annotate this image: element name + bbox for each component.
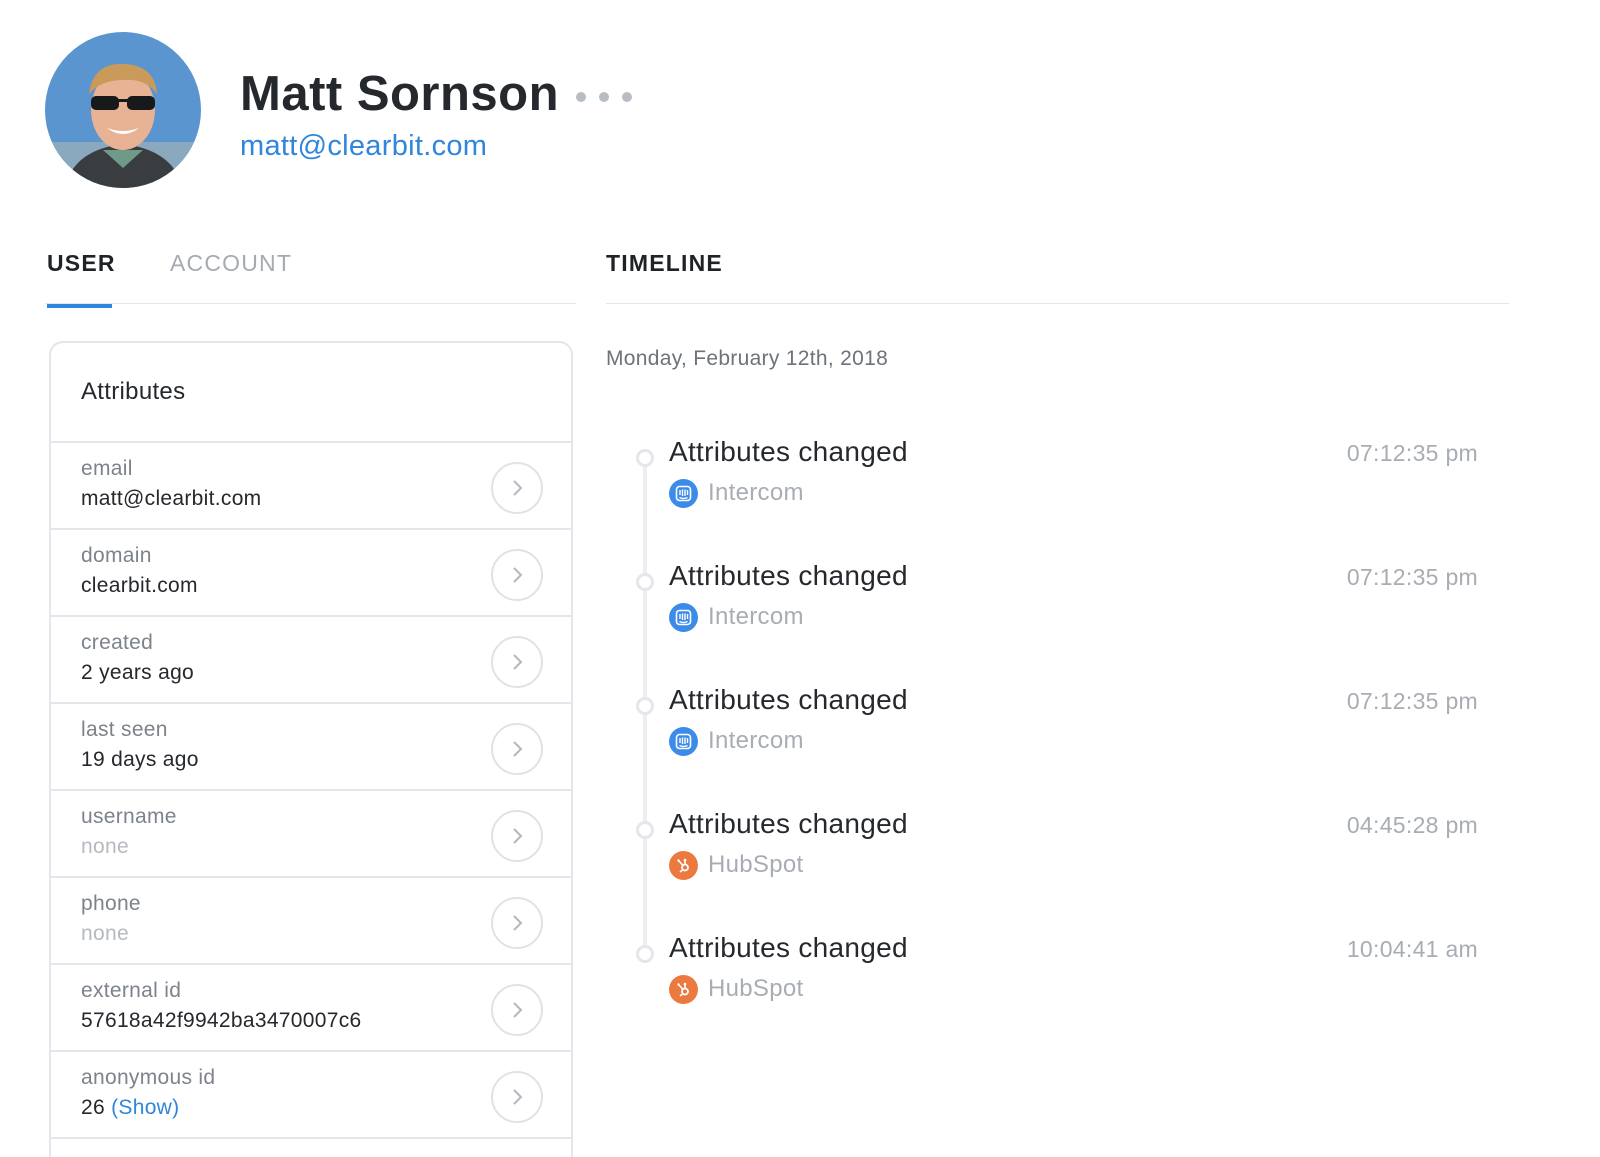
attribute-label: external id <box>81 979 182 1002</box>
chevron-right-icon[interactable] <box>491 462 543 514</box>
attribute-row-phone[interactable]: phone none <box>51 878 571 965</box>
tab-account[interactable]: ACCOUNT <box>170 250 292 303</box>
attribute-label: email <box>81 457 133 480</box>
timeline-dot <box>636 945 654 963</box>
chevron-right-icon[interactable] <box>491 984 543 1036</box>
dot <box>622 92 632 102</box>
attribute-value: matt@clearbit.com <box>81 487 262 510</box>
chevron-right-icon[interactable] <box>491 636 543 688</box>
timeline-dot <box>636 449 654 467</box>
intercom-icon <box>669 726 698 756</box>
event-source-name: Intercom <box>708 479 804 506</box>
attribute-row-last-seen[interactable]: last seen 19 days ago <box>51 704 571 791</box>
intercom-icon <box>669 602 698 632</box>
dot <box>576 92 586 102</box>
avatar <box>45 32 201 188</box>
event-title: Attributes changed <box>669 436 908 467</box>
attribute-value: 2 years ago <box>81 661 195 684</box>
event-title: Attributes changed <box>669 560 908 591</box>
event-time: 10:04:41 am <box>1346 936 1478 962</box>
attribute-value: 57618a42f9942ba3470007c6 <box>81 1009 362 1032</box>
timeline-event[interactable]: Attributes changed 07:12:35 pm Intercom <box>634 436 1494 520</box>
attribute-value: 26 (Show) <box>81 1096 179 1120</box>
timeline-dot <box>636 573 654 591</box>
attribute-row-email[interactable]: email matt@clearbit.com <box>51 443 571 530</box>
timeline-dot <box>636 821 654 839</box>
chevron-right-icon[interactable] <box>491 810 543 862</box>
timeline-dot <box>636 697 654 715</box>
attribute-label: created <box>81 631 154 654</box>
attribute-value: none <box>81 835 129 858</box>
intercom-icon <box>669 478 698 508</box>
event-source: Intercom <box>669 726 804 756</box>
hubspot-icon <box>669 974 698 1004</box>
attributes-card: Attributes email matt@clearbit.com domai… <box>49 341 573 1157</box>
timeline-heading: TIMELINE <box>606 250 723 276</box>
event-title: Attributes changed <box>669 932 908 963</box>
event-source-name: Intercom <box>708 603 804 630</box>
user-email-link[interactable]: matt@clearbit.com <box>240 130 487 163</box>
attribute-row-created[interactable]: created 2 years ago <box>51 617 571 704</box>
attribute-value: clearbit.com <box>81 574 198 597</box>
attributes-title: Attributes <box>81 378 186 405</box>
event-time: 04:45:28 pm <box>1346 812 1478 838</box>
more-options-icon[interactable] <box>576 86 632 108</box>
event-time: 07:12:35 pm <box>1346 564 1478 590</box>
attribute-row-username[interactable]: username none <box>51 791 571 878</box>
event-source: Intercom <box>669 602 804 632</box>
attribute-label: last seen <box>81 718 168 741</box>
timeline-header: TIMELINE <box>606 245 1509 304</box>
attribute-row-external-id[interactable]: external id 57618a42f9942ba3470007c6 <box>51 965 571 1052</box>
timeline-event[interactable]: Attributes changed 07:12:35 pm Intercom <box>634 560 1494 644</box>
attribute-row-domain[interactable]: domain clearbit.com <box>51 530 571 617</box>
attribute-value: 19 days ago <box>81 748 199 771</box>
show-link[interactable]: (Show) <box>111 1096 179 1119</box>
timeline-event[interactable]: Attributes changed 10:04:41 am HubSpot <box>634 932 1494 1016</box>
chevron-right-icon[interactable] <box>491 1071 543 1123</box>
profile-tabs: USER ACCOUNT <box>45 245 576 308</box>
event-time: 07:12:35 pm <box>1346 440 1478 466</box>
attribute-label: domain <box>81 544 152 567</box>
timeline-event[interactable]: Attributes changed 07:12:35 pm Intercom <box>634 684 1494 768</box>
event-source-name: HubSpot <box>708 975 804 1002</box>
event-title: Attributes changed <box>669 684 908 715</box>
event-source: HubSpot <box>669 850 804 880</box>
timeline-date: Monday, February 12th, 2018 <box>606 347 889 370</box>
event-source: Intercom <box>669 478 804 508</box>
attributes-card-header: Attributes <box>51 343 571 443</box>
event-time: 07:12:35 pm <box>1346 688 1478 714</box>
chevron-right-icon[interactable] <box>491 897 543 949</box>
attribute-row-anonymous-id[interactable]: anonymous id 26 (Show) <box>51 1052 571 1139</box>
avatar-photo <box>45 32 201 188</box>
user-name: Matt Sornson <box>240 67 560 121</box>
attribute-label: phone <box>81 892 141 915</box>
dot <box>599 92 609 102</box>
event-source-name: Intercom <box>708 727 804 754</box>
chevron-right-icon[interactable] <box>491 723 543 775</box>
attribute-label: anonymous id <box>81 1066 216 1089</box>
chevron-right-icon[interactable] <box>491 549 543 601</box>
timeline-event[interactable]: Attributes changed 04:45:28 pm HubSpot <box>634 808 1494 892</box>
anonymous-id-value: 26 <box>81 1096 105 1119</box>
event-title: Attributes changed <box>669 808 908 839</box>
event-source-name: HubSpot <box>708 851 804 878</box>
tab-user[interactable]: USER <box>47 250 115 308</box>
event-source: HubSpot <box>669 974 804 1004</box>
hubspot-icon <box>669 850 698 880</box>
attribute-label: username <box>81 805 177 828</box>
attribute-value: none <box>81 922 129 945</box>
